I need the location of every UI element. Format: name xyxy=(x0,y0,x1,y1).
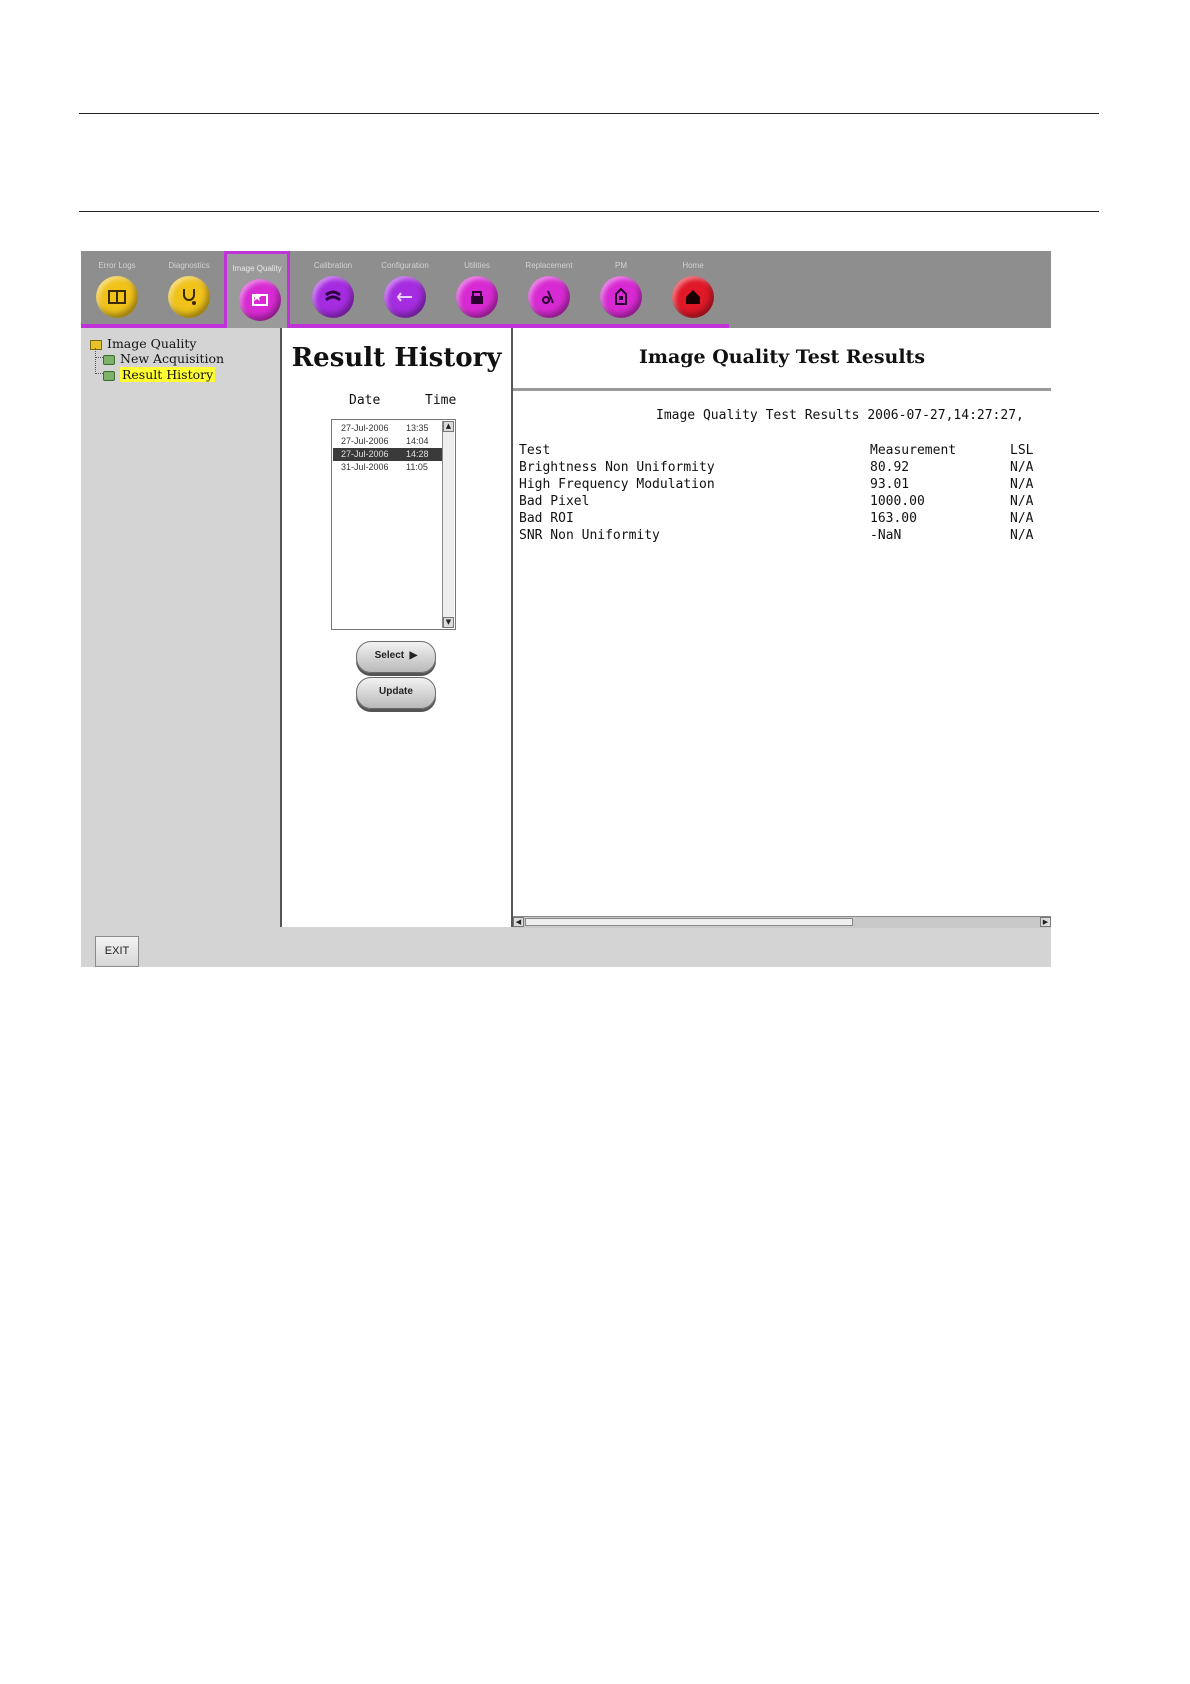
results-cell-lsl: N/A xyxy=(1010,528,1034,543)
tree-root-image-quality[interactable]: Image Quality xyxy=(90,336,196,351)
results-header-test: Test xyxy=(519,443,551,458)
results-cell-lsl: N/A xyxy=(1010,460,1034,475)
toolbar-tab-label: Utilities xyxy=(464,261,490,270)
tree-item-label: New Acquisition xyxy=(120,351,225,366)
history-row-date: 27-Jul-2006 xyxy=(341,436,389,446)
results-cell-test: High Frequency Modulation xyxy=(519,477,715,492)
main-toolbar: Error Logs Diagnostics Image Quality Calibr… xyxy=(81,251,1051,328)
toolbar-tab-label: Replacement xyxy=(525,261,573,270)
history-row-time: 11:05 xyxy=(406,462,428,472)
tree-item-new-acquisition[interactable]: New Acquisition xyxy=(103,351,224,366)
update-button[interactable]: Update xyxy=(356,677,436,709)
results-cell-test: Bad Pixel xyxy=(519,494,590,509)
toolbar-tab-calibration[interactable]: Calibration xyxy=(297,251,369,324)
toolbar-tab-image-quality[interactable]: Image Quality xyxy=(224,251,290,328)
toolbar-tab-pm[interactable]: PM xyxy=(585,251,657,324)
history-row[interactable]: 31-Jul-2006 11:05 xyxy=(333,461,443,474)
replacement-icon xyxy=(528,276,570,318)
history-row[interactable]: 27-Jul-2006 13:35 xyxy=(333,422,443,435)
page-rule-top xyxy=(79,113,1099,114)
toolbar-tab-label: Diagnostics xyxy=(168,261,210,270)
date-column-header: Date xyxy=(349,393,381,408)
folder-icon xyxy=(90,339,102,350)
calibration-icon xyxy=(312,276,354,318)
pm-icon xyxy=(600,276,642,318)
tree-root-label: Image Quality xyxy=(107,336,197,351)
app-window: Error Logs Diagnostics Image Quality Calibr… xyxy=(81,251,1051,967)
toolbar-tab-configuration[interactable]: Configuration xyxy=(369,251,441,324)
toolbar-tab-label: PM xyxy=(615,261,627,270)
history-row-date: 31-Jul-2006 xyxy=(341,462,389,472)
tree-item-result-history[interactable]: Result History xyxy=(103,367,216,382)
history-row[interactable]: 27-Jul-2006 14:28 xyxy=(333,448,443,461)
update-button-label: Update xyxy=(379,686,413,697)
stethoscope-icon xyxy=(168,276,210,318)
history-row-date: 27-Jul-2006 xyxy=(341,423,389,433)
results-cell-measurement: 163.00 xyxy=(870,511,917,526)
toolbar-tab-label: Home xyxy=(682,261,704,270)
scroll-up-icon[interactable]: ▲ xyxy=(443,421,454,432)
history-list-scrollbar[interactable]: ▲ ▼ xyxy=(442,421,454,628)
history-row-time: 13:35 xyxy=(406,423,429,433)
result-history-title: Result History xyxy=(291,343,502,373)
results-cell-lsl: N/A xyxy=(1010,477,1034,492)
tree-connector xyxy=(95,357,103,358)
scroll-down-icon[interactable]: ▼ xyxy=(443,617,454,628)
tree-connector xyxy=(95,348,96,374)
test-results-subtitle: Image Quality Test Results 2006-07-27,14… xyxy=(656,408,1024,423)
toolbar-tab-home[interactable]: Home xyxy=(657,251,729,324)
results-cell-test: SNR Non Uniformity xyxy=(519,528,660,543)
results-header-lsl: LSL xyxy=(1010,443,1034,458)
results-cell-measurement: 80.92 xyxy=(870,460,910,475)
scrollbar-thumb[interactable] xyxy=(525,918,853,926)
scroll-left-icon[interactable]: ◀ xyxy=(513,917,524,927)
page-rule-bottom xyxy=(79,211,1099,212)
history-row-time: 14:28 xyxy=(406,449,429,459)
history-row[interactable]: 27-Jul-2006 14:04 xyxy=(333,435,443,448)
home-icon xyxy=(672,276,714,318)
results-divider xyxy=(513,388,1051,391)
configuration-icon xyxy=(384,276,426,318)
navigation-tree: Image Quality New Acquisition Result His… xyxy=(81,328,280,927)
image-quality-icon xyxy=(239,279,281,321)
result-history-panel: Result History Date Time 27-Jul-2006 13:3… xyxy=(280,328,513,927)
time-column-header: Time xyxy=(425,393,457,408)
history-row-time: 14:04 xyxy=(406,436,429,446)
scroll-right-icon[interactable]: ▶ xyxy=(1040,917,1051,927)
results-header-measurement: Measurement xyxy=(870,443,957,458)
logbook-icon xyxy=(96,276,138,318)
toolbar-tab-diagnostics[interactable]: Diagnostics xyxy=(153,251,225,324)
results-cell-test: Brightness Non Uniformity xyxy=(519,460,715,475)
results-cell-test: Bad ROI xyxy=(519,511,574,526)
exit-button[interactable]: EXIT xyxy=(95,936,139,967)
toolbar-tab-label: Error Logs xyxy=(98,261,136,270)
results-cell-lsl: N/A xyxy=(1010,511,1034,526)
select-button[interactable]: Select ▶ xyxy=(356,641,436,673)
results-cell-measurement: -NaN xyxy=(870,528,902,543)
result-history-list[interactable]: 27-Jul-2006 13:35 27-Jul-2006 14:04 27-Jul-2… xyxy=(331,419,456,630)
history-icon xyxy=(103,370,115,381)
play-arrow-icon: ▶ xyxy=(406,650,418,661)
tree-item-label: Result History xyxy=(120,367,216,382)
toolbar-tab-label: Calibration xyxy=(313,261,353,270)
test-results-panel: Image Quality Test Results Image Quality… xyxy=(513,328,1051,928)
toolbar-tab-label: Image Quality xyxy=(232,264,282,273)
test-results-title: Image Quality Test Results xyxy=(638,346,926,368)
results-horizontal-scrollbar[interactable]: ◀ ▶ xyxy=(513,916,1051,928)
tree-connector xyxy=(95,373,103,374)
toolbar-tab-label: Configuration xyxy=(381,261,429,270)
toolbar-tab-replacement[interactable]: Replacement xyxy=(513,251,585,324)
results-cell-measurement: 1000.00 xyxy=(870,494,925,509)
toolbar-tab-utilities[interactable]: Utilities xyxy=(441,251,513,324)
select-button-label: Select xyxy=(374,650,405,661)
toolbar-tab-error-logs[interactable]: Error Logs xyxy=(81,251,153,324)
utilities-icon xyxy=(456,276,498,318)
acquisition-icon xyxy=(103,354,115,365)
results-cell-lsl: N/A xyxy=(1010,494,1034,509)
history-row-date: 27-Jul-2006 xyxy=(341,449,389,459)
results-cell-measurement: 93.01 xyxy=(870,477,910,492)
